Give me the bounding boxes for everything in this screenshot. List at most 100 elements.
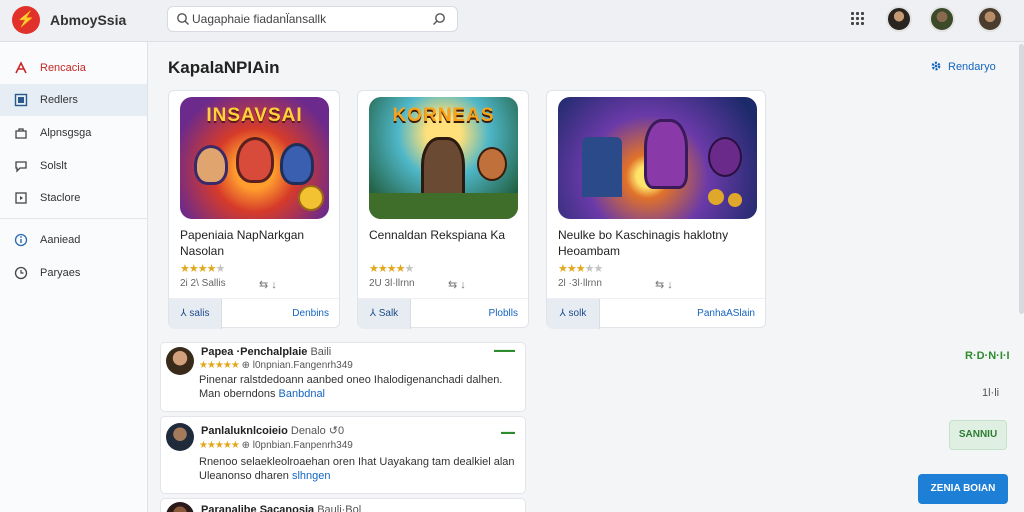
sidebar-item-alpnsgsga[interactable]: Alpnsgsga bbox=[0, 117, 147, 149]
card-meta: 2i 2\ Sallis bbox=[180, 278, 226, 289]
game-thumbnail[interactable] bbox=[558, 97, 757, 219]
card-left-button[interactable]: ⅄ salis bbox=[169, 299, 222, 329]
reviewer-name: Panlaluknlcoieio Denalo ↺0 bbox=[201, 424, 344, 437]
share-download-icons[interactable]: ⇆ ↓ bbox=[655, 278, 673, 291]
card-title: Cennaldan Rekspiana Ka bbox=[369, 228, 506, 242]
search-submit-icon[interactable] bbox=[431, 11, 447, 27]
share-download-icons[interactable]: ⇆ ↓ bbox=[448, 278, 466, 291]
sidebar-item-label: Redlers bbox=[40, 94, 78, 106]
coin-art bbox=[728, 193, 742, 207]
sidebar-item-label: Staclore bbox=[40, 192, 81, 204]
game-thumbnail[interactable]: INSAVSAI bbox=[180, 97, 329, 219]
review-item[interactable]: Papea ·Penchalplaie Baili ▬▬▬ ★★★★★ ⊕ l0… bbox=[160, 342, 526, 412]
search-box[interactable]: Uagaphaie fiadanl̈ansallk bbox=[167, 6, 458, 32]
card-meta: 2l ·3l·llrnn bbox=[558, 278, 602, 289]
character-art bbox=[477, 147, 507, 181]
sidebar-item-aaniead[interactable]: Aaniead bbox=[0, 224, 147, 256]
search-input[interactable]: Uagaphaie fiadanl̈ansallk bbox=[192, 12, 326, 26]
sidebar: Rencacia Redlers Alpnsgsga Solslt Staclo… bbox=[0, 42, 148, 512]
stat-value: R·D·N·I·I bbox=[965, 350, 1010, 362]
avatar[interactable] bbox=[166, 423, 194, 451]
game-card[interactable]: KORNEAS Cennaldan Rekspiana Ka ★★★★★ 2U … bbox=[357, 90, 529, 329]
card-title: Neulke bo Kaschinagis haklotny Heoambam bbox=[558, 228, 729, 258]
clock-icon bbox=[14, 266, 28, 280]
save-button[interactable]: SANNIU bbox=[949, 420, 1007, 450]
review-text: Rnenoo selaekleolroaehan oren Ihat Uayak… bbox=[199, 455, 521, 483]
review-body: Rnenoo selaekleolroaehan oren Ihat Uayak… bbox=[199, 456, 515, 482]
game-thumbnail[interactable]: KORNEAS bbox=[369, 97, 518, 219]
card-footer: ⅄ salis Denbins bbox=[169, 298, 339, 329]
star-rating: ★★★★★ bbox=[369, 263, 414, 275]
apps-grid-icon[interactable] bbox=[851, 12, 865, 26]
reviewer-tag: Baulj·Bol bbox=[317, 504, 362, 512]
review-handle: ⊕ l0pnbian.Fanpenrh349 bbox=[241, 440, 353, 451]
card-right-link[interactable]: PanhaASlain bbox=[697, 308, 755, 319]
sidebar-item-paryaes[interactable]: Paryaes bbox=[0, 257, 147, 289]
character-art bbox=[708, 137, 742, 177]
review-meta: ★★★★★ ⊕ l0npnian.Fangenrh349 bbox=[199, 360, 353, 371]
page-title: KapalaNPIAin bbox=[168, 58, 280, 77]
character-art bbox=[280, 143, 314, 185]
review-body: Pinenar ralstdedoann aanbed oneo Ihalodi… bbox=[199, 374, 503, 400]
review-badge: ▬▬▬ bbox=[494, 347, 515, 354]
avatar[interactable] bbox=[886, 6, 912, 32]
character-art bbox=[194, 145, 228, 185]
top-bar: ⚡ AbmoySsia Uagaphaie fiadanl̈ansallk bbox=[0, 0, 1024, 42]
sidebar-item-rencacia[interactable]: Rencacia bbox=[0, 52, 147, 84]
sidebar-item-staclore[interactable]: Staclore bbox=[0, 182, 147, 214]
square-icon bbox=[14, 93, 28, 107]
game-card[interactable]: INSAVSAI Papeniaia NapNarkgan Nasolan ★★… bbox=[168, 90, 340, 329]
star-rating: ★★★★★ bbox=[558, 263, 603, 275]
avatar[interactable] bbox=[166, 347, 194, 375]
reviewer-name-text: Papea ·Penchalplaie bbox=[201, 346, 308, 358]
gear-icon bbox=[931, 61, 941, 71]
reviewer-tag: Baili bbox=[310, 346, 332, 358]
primary-action-button[interactable]: ZENIA BOIAN bbox=[918, 474, 1008, 504]
card-left-button[interactable]: ⅄ solk bbox=[547, 299, 600, 329]
game-card[interactable]: Neulke bo Kaschinagis haklotny Heoambam … bbox=[546, 90, 766, 329]
sidebar-item-redlers[interactable]: Redlers bbox=[0, 84, 147, 116]
review-item[interactable]: Panlaluknlcoieio Denalo ↺0 ▬▬ ★★★★★ ⊕ l0… bbox=[160, 416, 526, 494]
review-link[interactable]: slhngen bbox=[292, 470, 331, 482]
chat-icon bbox=[15, 161, 27, 173]
star-rating: ★★★★★ bbox=[199, 440, 240, 451]
top-action-label: Rendaryo bbox=[948, 61, 996, 73]
logo-icon bbox=[15, 61, 27, 74]
bag-icon bbox=[15, 128, 27, 139]
reviewer-name: Paranalibe Sacanosia Baulj·Bol bbox=[201, 504, 361, 512]
avatar[interactable] bbox=[929, 6, 955, 32]
card-title: Papeniaia NapNarkgan Nasolan bbox=[180, 228, 305, 258]
app-logo-icon[interactable]: ⚡ bbox=[12, 6, 40, 34]
card-meta: 2U 3l·llrnn bbox=[369, 278, 415, 289]
scrollbar[interactable] bbox=[1019, 44, 1024, 314]
review-text: Pinenar ralstdedoann aanbed oneo Ihalodi… bbox=[199, 373, 521, 401]
sidebar-item-solslt[interactable]: Solslt bbox=[0, 150, 147, 182]
avatar[interactable] bbox=[166, 502, 194, 512]
sidebar-item-label: Solslt bbox=[40, 160, 67, 172]
stat-count: 1l·li bbox=[982, 387, 1000, 399]
card-footer: ⅄ solk PanhaASlain bbox=[547, 298, 765, 329]
card-right-link[interactable]: Ploblls bbox=[489, 308, 518, 319]
reviewer-name-text: Paranalibe Sacanosia bbox=[201, 504, 315, 512]
card-footer: ⅄ Salk Ploblls bbox=[358, 298, 528, 329]
thumbnail-title: INSAVSAI bbox=[206, 105, 303, 126]
character-art bbox=[644, 119, 688, 189]
reviewer-name: Papea ·Penchalplaie Baili bbox=[201, 346, 331, 358]
card-left-button[interactable]: ⅄ Salk bbox=[358, 299, 411, 329]
sidebar-item-label: Paryaes bbox=[40, 267, 81, 279]
sidebar-item-label: Alpnsgsga bbox=[40, 127, 92, 139]
star-rating: ★★★★★ bbox=[180, 263, 225, 275]
app-brand-name: AbmoySsia bbox=[50, 12, 127, 28]
avatar[interactable] bbox=[977, 6, 1003, 32]
sidebar-divider bbox=[0, 218, 147, 219]
review-item[interactable]: Paranalibe Sacanosia Baulj·Bol bbox=[160, 498, 526, 512]
share-download-icons[interactable]: ⇆ ↓ bbox=[259, 278, 277, 291]
top-action-link[interactable]: Rendaryo bbox=[930, 60, 996, 73]
store-icon bbox=[15, 192, 27, 204]
card-right-link[interactable]: Denbins bbox=[292, 308, 329, 319]
reviewer-name-text: Panlaluknlcoieio bbox=[201, 425, 288, 437]
review-link[interactable]: Banbdnal bbox=[279, 388, 326, 400]
review-meta: ★★★★★ ⊕ l0pnbian.Fanpenrh349 bbox=[199, 440, 353, 451]
coin-art bbox=[708, 189, 724, 205]
thumbnail-title: KORNEAS bbox=[392, 105, 495, 126]
